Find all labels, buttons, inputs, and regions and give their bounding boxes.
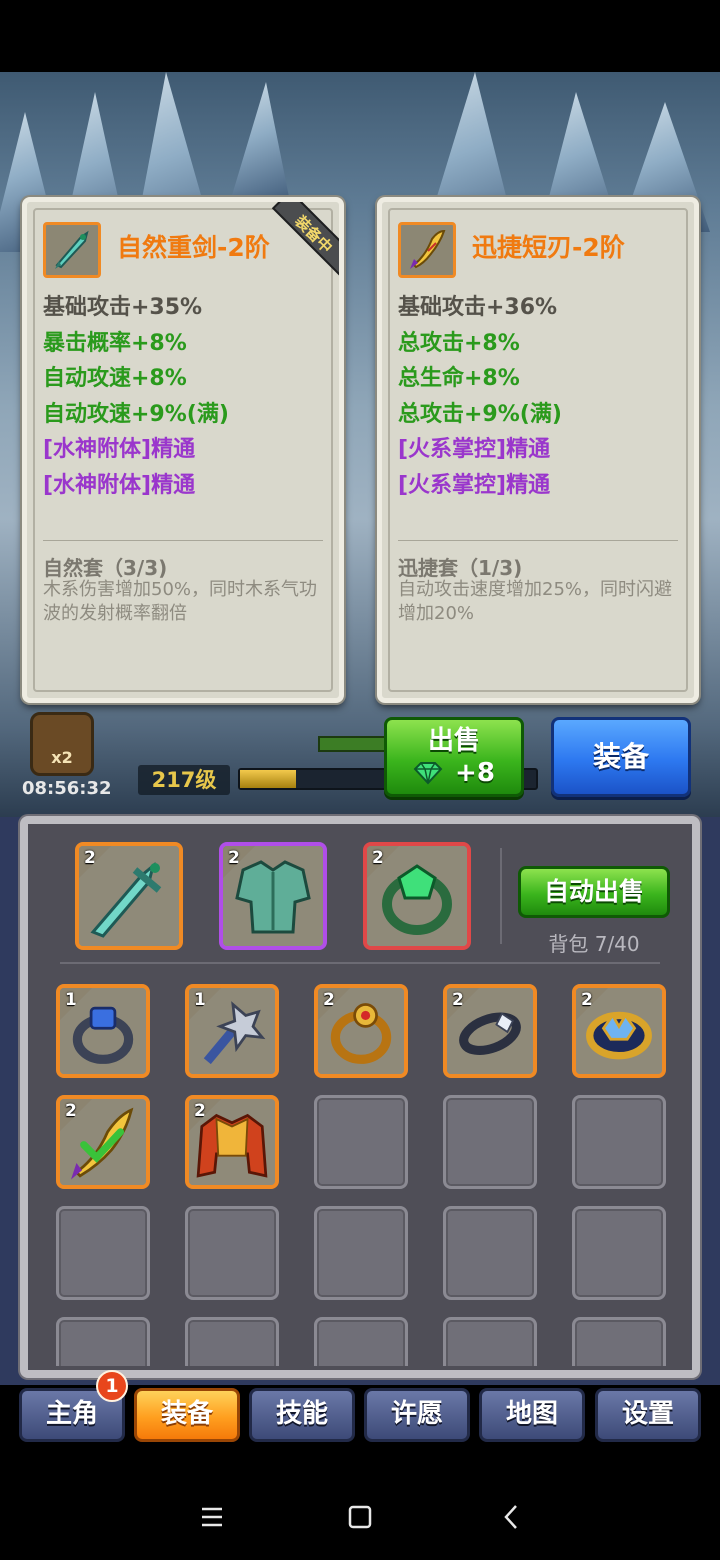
empty-slot[interactable] [443, 1317, 537, 1366]
stat-line: [水神附体]精通 [43, 472, 196, 498]
equip-button[interactable]: 装备 [551, 717, 691, 797]
equipped-slot-weapon[interactable]: 2 [75, 842, 183, 950]
stat-line: 基础攻击+35% [43, 295, 203, 320]
equipped-badge: 装备中 [271, 202, 339, 277]
set-name: 自然套（3/3) [43, 556, 168, 580]
xp-bar-fill [240, 770, 297, 788]
empty-slot[interactable] [443, 1206, 537, 1300]
sell-price: +8 [387, 756, 521, 790]
empty-slot[interactable] [572, 1206, 666, 1300]
divider [398, 540, 678, 541]
divider [500, 848, 502, 944]
empty-slot[interactable] [314, 1317, 408, 1366]
empty-slot[interactable] [185, 1317, 279, 1366]
set-description: 自动攻击速度增加25%，同时闪避增加20% [398, 579, 673, 624]
tab-wish[interactable]: 许愿 [364, 1388, 470, 1442]
home-icon[interactable] [340, 1500, 380, 1534]
empty-slot[interactable] [443, 1095, 537, 1189]
golden-dagger-icon [398, 222, 456, 278]
notification-badge: 1 [96, 1370, 128, 1402]
inventory-item[interactable]: 1 [56, 984, 150, 1078]
menu-icon[interactable] [192, 1500, 232, 1534]
stat-line: 暴击概率+8% [43, 330, 187, 356]
item-title: 迅捷短刃-2阶 [472, 233, 625, 262]
empty-slot[interactable] [56, 1317, 150, 1366]
divider [43, 540, 323, 541]
inventory-item[interactable]: 2 [185, 1095, 279, 1189]
inventory-item[interactable]: 2 [572, 984, 666, 1078]
tab-settings[interactable]: 设置 [595, 1388, 701, 1442]
ice-crystal [230, 82, 290, 202]
divider [60, 962, 660, 964]
tab-skills[interactable]: 技能 [249, 1388, 355, 1442]
inventory-item[interactable]: 2 [56, 1095, 150, 1189]
back-icon[interactable] [492, 1500, 532, 1534]
empty-slot[interactable] [572, 1317, 666, 1366]
auto-sell-button[interactable]: 自动出售 [518, 866, 670, 918]
equipped-slot-ring[interactable]: 2 [363, 842, 471, 950]
sell-button[interactable]: 出售 +8 [384, 717, 524, 797]
stat-line: [水神附体]精通 [43, 437, 196, 462]
stat-line: [火系掌控]精通 [398, 437, 551, 462]
equipped-slot-armor[interactable]: 2 [219, 842, 327, 950]
bag-capacity: 背包 7/40 [548, 932, 640, 956]
equipped-ribbon: 装备中 [259, 202, 339, 282]
status-bar [0, 0, 720, 72]
inventory-item[interactable]: 2 [443, 984, 537, 1078]
inventory-item[interactable]: 2 [314, 984, 408, 1078]
player-level: 217级 [138, 765, 230, 795]
sell-price-value: +8 [455, 758, 495, 788]
stat-line: 总生命+8% [398, 366, 520, 391]
tab-map[interactable]: 地图 [479, 1388, 585, 1442]
sell-label: 出售 [427, 726, 480, 756]
stat-list: 基础攻击+35% 暴击概率+8% 自动攻速+8% 自动攻速+9%(满) [水神附… [43, 290, 229, 503]
stat-line: 自动攻速+8% [43, 366, 187, 391]
tab-equipment[interactable]: 装备 [134, 1388, 240, 1442]
hero-health-bar [318, 736, 388, 752]
empty-slot[interactable] [185, 1206, 279, 1300]
inventory-grid: 1 1 2 2 2 2 2 [56, 984, 668, 1366]
multiplier-badge[interactable]: x2 [30, 712, 94, 776]
stat-list: 基础攻击+36% 总攻击+8% 总生命+8% 总攻击+9%(满) [火系掌控]精… [398, 290, 562, 503]
jade-sword-icon [43, 222, 101, 278]
stat-line: 总攻击+9%(满) [398, 401, 562, 427]
gem-icon [413, 762, 443, 785]
empty-slot[interactable] [314, 1095, 408, 1189]
stat-line: 总攻击+8% [398, 330, 520, 356]
timer: 08:56:32 [22, 778, 112, 799]
set-description: 木系伤害增加50%，同时木系气功波的发射概率翻倍 [43, 579, 318, 624]
set-name: 迅捷套（1/3) [398, 556, 523, 580]
stat-line: [火系掌控]精通 [398, 472, 551, 498]
empty-slot[interactable] [314, 1206, 408, 1300]
stat-line: 基础攻击+36% [398, 295, 558, 320]
item-card-equipped: 自然重剑-2阶 装备中 基础攻击+35% 暴击概率+8% 自动攻速+8% 自动攻… [22, 197, 344, 703]
item-title: 自然重剑-2阶 [117, 233, 270, 262]
empty-slot[interactable] [572, 1095, 666, 1189]
item-card-selected: 迅捷短刃-2阶 基础攻击+36% 总攻击+8% 总生命+8% 总攻击+9%(满)… [377, 197, 699, 703]
stat-line: 自动攻速+9%(满) [43, 401, 229, 427]
empty-slot[interactable] [56, 1206, 150, 1300]
inventory-item[interactable]: 1 [185, 984, 279, 1078]
